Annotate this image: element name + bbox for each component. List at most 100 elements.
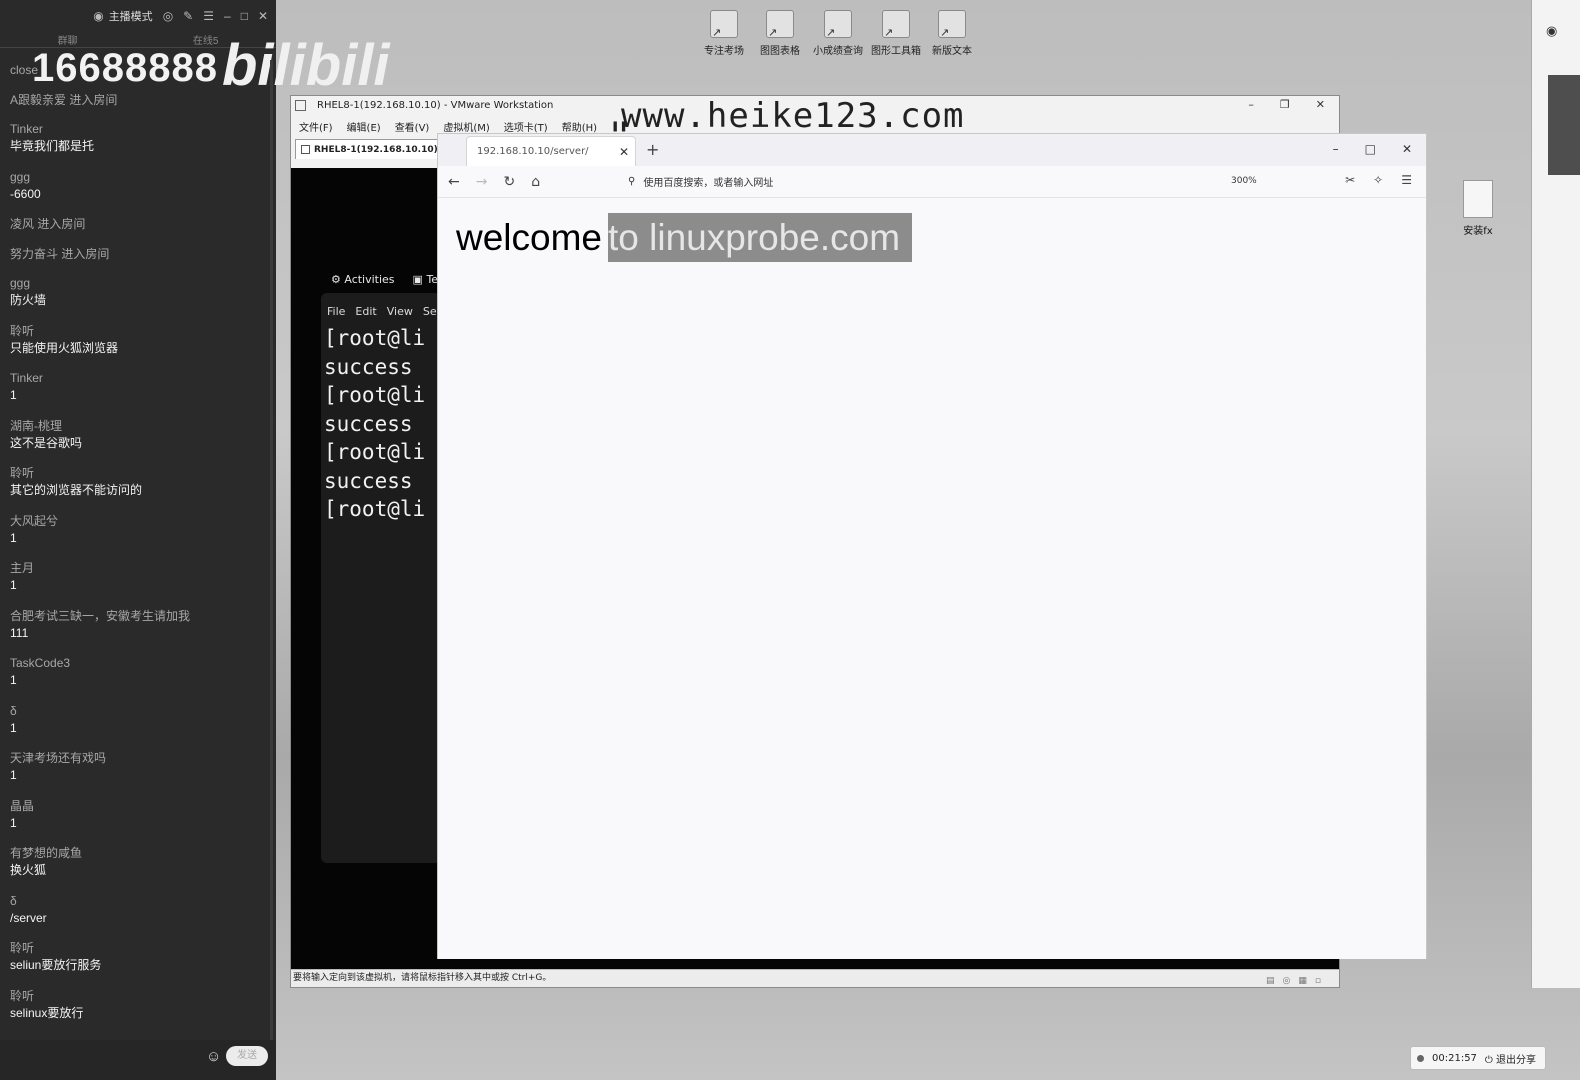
menu-icon[interactable]: ☰ bbox=[203, 9, 214, 23]
app-icon[interactable]: ◉ bbox=[1546, 24, 1557, 39]
exit-share-label: 退出分享 bbox=[1496, 1054, 1537, 1066]
screenshot-icon[interactable]: ✂ bbox=[1345, 173, 1355, 187]
chat-message: 凌风 进入房间 bbox=[10, 216, 270, 232]
forward-icon[interactable]: → bbox=[476, 174, 488, 190]
chat-username: 凌风 bbox=[10, 217, 35, 231]
side-panel-block bbox=[1548, 75, 1580, 175]
edit-icon[interactable]: ✎ bbox=[183, 9, 193, 23]
minimize-icon[interactable]: – bbox=[224, 9, 231, 23]
search-icon: ⚲ bbox=[628, 176, 636, 187]
emoji-icon[interactable]: ☺ bbox=[206, 1048, 221, 1065]
chat-username: 聆听 bbox=[10, 323, 35, 338]
chat-text: /server bbox=[10, 910, 47, 925]
close-tab-icon[interactable]: ✕ bbox=[619, 145, 629, 159]
restore-icon[interactable]: ❐ bbox=[1280, 98, 1290, 111]
chat-text: 1 bbox=[10, 673, 17, 687]
vmware-window-controls: – ❐ ✕ bbox=[1248, 98, 1325, 111]
chat-text: 111 bbox=[10, 625, 29, 640]
chat-message: ggg 防火墙 bbox=[10, 275, 270, 309]
back-icon[interactable]: ← bbox=[448, 174, 460, 190]
maximize-icon[interactable]: □ bbox=[1365, 142, 1376, 156]
chat-scrollbar[interactable] bbox=[270, 60, 273, 1040]
chat-message: ggg -6600 bbox=[10, 169, 270, 203]
gnome-topbar: ⚙ Activities ▣ Te bbox=[331, 273, 438, 286]
minimize-icon[interactable]: – bbox=[1248, 98, 1254, 111]
desktop-shortcut-label: 小成绩查询 bbox=[813, 46, 863, 57]
chat-message: 晶晶 1 bbox=[10, 798, 270, 832]
chat-text: selinux要放行 bbox=[10, 1005, 84, 1020]
chat-username: 合肥考试三缺一，安徽考生请加我 bbox=[10, 608, 191, 623]
gnome-terminal-app[interactable]: ▣ Te bbox=[413, 273, 439, 286]
close-icon[interactable]: ✕ bbox=[258, 9, 268, 23]
close-icon[interactable]: ✕ bbox=[1316, 98, 1325, 111]
desktop-shortcut[interactable]: 图形工具箱 bbox=[870, 10, 922, 57]
browser-navbar: ← → ↻ ⌂ ⚲ 使用百度搜索，或者输入网址 300% ✂ ✧ ☰ bbox=[438, 166, 1426, 198]
cd-icon[interactable]: ◎ bbox=[1283, 973, 1291, 990]
chat-text: 1 bbox=[10, 530, 17, 545]
bilibili-logo: bilibili bbox=[222, 33, 390, 98]
desktop-shortcut[interactable]: 专注考场 bbox=[698, 10, 750, 57]
terminal-window[interactable]: File Edit View Se [root@li success [root… bbox=[321, 293, 451, 863]
terminal-menu-search[interactable]: Se bbox=[423, 305, 437, 318]
hamburger-menu-icon[interactable]: ☰ bbox=[1401, 173, 1412, 187]
vm-tab-label: RHEL8-1(192.168.10.10) bbox=[314, 144, 438, 155]
overlay-number: 16688888 bbox=[32, 46, 218, 90]
close-icon[interactable]: ✕ bbox=[1402, 142, 1412, 156]
chat-text: seliun要放行服务 bbox=[10, 958, 102, 972]
terminal-menu-view[interactable]: View bbox=[387, 305, 413, 318]
menu-tabs[interactable]: 选项卡(T) bbox=[504, 119, 548, 134]
desktop-shortcut[interactable]: 图图表格 bbox=[754, 10, 806, 57]
chat-input-bar: ☺ 发送 bbox=[0, 1040, 276, 1080]
browser-tab[interactable]: 192.168.10.10/server/ ✕ bbox=[466, 136, 636, 166]
maximize-icon[interactable]: □ bbox=[241, 9, 248, 23]
streamer-mode-label: 主播模式 bbox=[108, 11, 153, 23]
desktop-file[interactable]: 安装fx bbox=[1455, 180, 1501, 237]
exit-share-button[interactable]: ⏻ 退出分享 bbox=[1485, 1051, 1536, 1066]
chat-text: 其它的浏览器不能访问的 bbox=[10, 483, 143, 497]
chat-text: 1 bbox=[10, 815, 17, 830]
chat-message: 聆听 只能使用火狐浏览器 bbox=[10, 323, 270, 357]
chat-username: 天津考场还有戏吗 bbox=[10, 751, 107, 765]
menu-vm[interactable]: 虚拟机(M) bbox=[443, 119, 489, 134]
menu-help[interactable]: 帮助(H) bbox=[562, 119, 597, 134]
terminal-menu-edit[interactable]: Edit bbox=[355, 305, 376, 318]
tab-title: 192.168.10.10/server/ bbox=[477, 146, 589, 157]
tab-online[interactable]: 在线5 bbox=[193, 32, 219, 47]
url-bar[interactable]: ⚲ 使用百度搜索，或者输入网址 bbox=[628, 174, 773, 189]
terminal-line: [root@li bbox=[324, 440, 426, 464]
chat-message: δ1 bbox=[10, 703, 270, 737]
terminal-menu-file[interactable]: File bbox=[327, 305, 345, 318]
vmware-app-icon bbox=[295, 100, 306, 111]
extensions-icon[interactable]: ✧ bbox=[1373, 173, 1383, 187]
reload-icon[interactable]: ↻ bbox=[503, 174, 515, 190]
minimize-icon[interactable]: – bbox=[1333, 142, 1339, 156]
menu-edit[interactable]: 编辑(E) bbox=[347, 119, 381, 134]
home-icon[interactable]: ⌂ bbox=[531, 174, 540, 190]
desktop-shortcut[interactable]: 小成绩查询 bbox=[812, 10, 864, 57]
desktop-shortcut[interactable]: 新版文本 bbox=[926, 10, 978, 57]
terminal-menubar: File Edit View Se bbox=[321, 293, 451, 324]
terminal-line: success bbox=[324, 354, 413, 379]
chat-text: -6600 bbox=[10, 186, 41, 201]
chat-message: 大风起兮 1 bbox=[10, 513, 270, 547]
browser-toolbar: ✂ ✧ ☰ bbox=[1345, 173, 1412, 187]
desktop-shortcut-label: 图图表格 bbox=[760, 46, 800, 57]
menu-view[interactable]: 查看(V) bbox=[395, 119, 430, 134]
network-icon[interactable]: ▤ bbox=[1266, 973, 1275, 990]
chat-username: 晶晶 bbox=[10, 798, 35, 813]
menu-file[interactable]: 文件(F) bbox=[299, 119, 333, 134]
zoom-level[interactable]: 300% bbox=[1231, 176, 1257, 186]
chat-username: 努力奋斗 bbox=[10, 246, 59, 261]
new-tab-icon[interactable]: + bbox=[646, 140, 659, 159]
streamer-mode[interactable]: ◉ 主播模式 bbox=[93, 8, 152, 24]
send-button[interactable]: 发送 bbox=[226, 1046, 268, 1066]
usb-icon[interactable]: ▦ bbox=[1298, 973, 1307, 990]
settings-icon[interactable]: ◎ bbox=[163, 9, 173, 23]
gnome-activities[interactable]: ⚙ Activities bbox=[331, 273, 395, 286]
tab-group-chat[interactable]: 群聊 bbox=[58, 32, 78, 47]
chat-join-text: 进入房间 bbox=[61, 246, 110, 261]
right-side-panel: ◉ bbox=[1531, 0, 1580, 988]
vm-icon bbox=[301, 145, 310, 154]
desktop-file-label: 安装fx bbox=[1463, 226, 1493, 237]
display-icon[interactable]: ▫ bbox=[1315, 973, 1321, 990]
